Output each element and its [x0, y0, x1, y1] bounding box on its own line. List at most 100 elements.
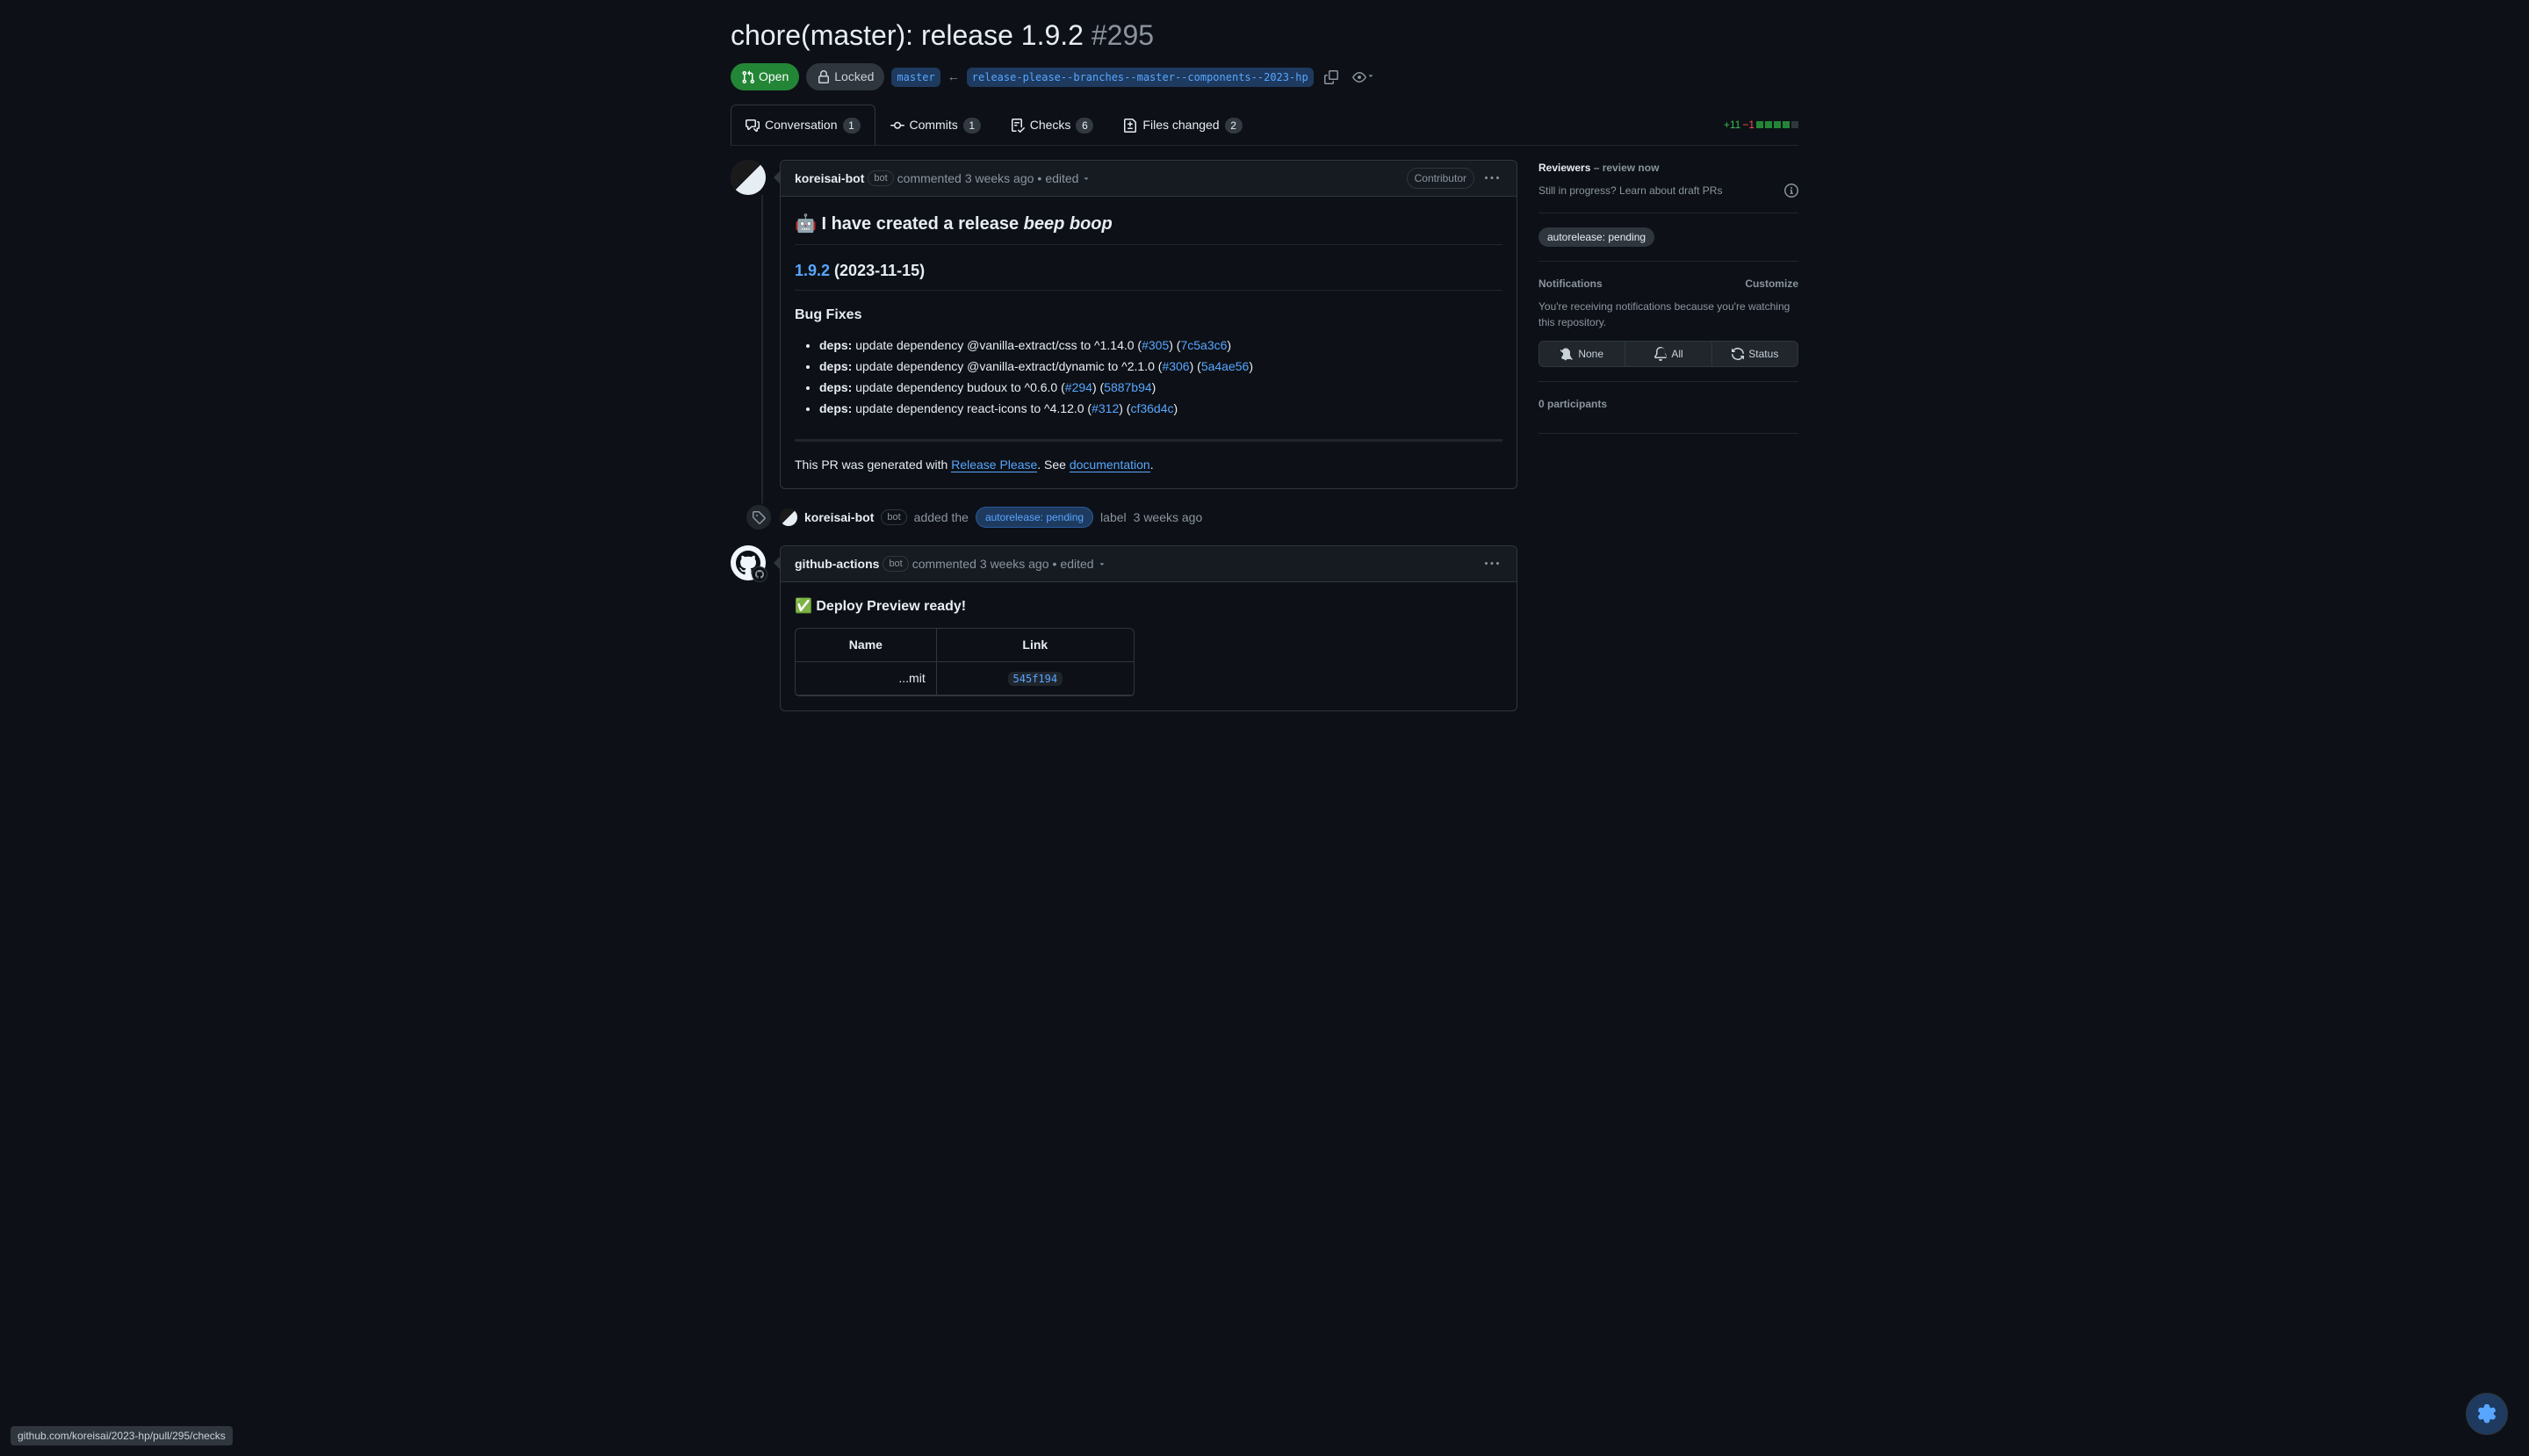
bugfixes-heading: Bug Fixes [795, 305, 1502, 326]
event-time[interactable]: 3 weeks ago [1134, 508, 1203, 527]
tab-conversation[interactable]: Conversation 1 [731, 105, 875, 145]
reviewers-section: Reviewers – review now Still in progress… [1538, 160, 1798, 213]
dot-separator: • [1037, 169, 1041, 188]
list-item: deps: update dependency @vanilla-extract… [819, 357, 1502, 376]
gear-icon [2477, 1404, 2497, 1424]
notif-status-button[interactable]: Status [1711, 342, 1798, 366]
comment-discussion-icon [746, 119, 760, 133]
sha-link[interactable]: 5a4ae56 [1201, 359, 1250, 373]
role-badge: Contributor [1407, 168, 1474, 189]
bot-badge: bot [883, 556, 908, 573]
edited-text: edited [1045, 169, 1078, 188]
kebab-horizontal-icon [1485, 171, 1499, 185]
footer-text: This PR was generated with Release Pleas… [795, 456, 1502, 474]
comment-author[interactable]: github-actions [795, 555, 879, 573]
commented-text: commented [912, 555, 976, 573]
deploy-table: Name Link ...mit 545f194 [795, 628, 1135, 696]
avatar[interactable] [731, 545, 766, 580]
version-link[interactable]: 1.9.2 [795, 262, 830, 279]
reviewers-title: Reviewers [1538, 162, 1590, 174]
tab-checks-count: 6 [1076, 118, 1093, 133]
customize-link[interactable]: Customize [1745, 276, 1798, 292]
version-heading: 1.9.2 (2023-11-15) [795, 259, 1502, 291]
tab-commits[interactable]: Commits 1 [875, 105, 996, 145]
diffstat-del: −1 [1742, 117, 1754, 133]
kebab-horizontal-icon [1485, 557, 1499, 571]
label-pill[interactable]: autorelease: pending [976, 507, 1093, 528]
event-text: added the [914, 508, 969, 527]
notif-none-button[interactable]: None [1539, 342, 1625, 366]
documentation-link[interactable]: documentation [1070, 458, 1150, 472]
tab-files-count: 2 [1225, 118, 1243, 133]
pr-link[interactable]: #312 [1092, 401, 1119, 415]
comment-menu-button[interactable] [1481, 553, 1502, 574]
arrow-left-icon: ← [947, 68, 960, 86]
pr-link[interactable]: #294 [1065, 380, 1092, 394]
event-suffix: label [1100, 508, 1127, 527]
base-branch[interactable]: master [891, 68, 940, 87]
sha-chip[interactable]: 545f194 [1008, 672, 1063, 686]
sha-link[interactable]: 7c5a3c6 [1180, 338, 1227, 352]
file-diff-icon [1123, 119, 1137, 133]
status-bar-url: github.com/koreisai/2023-hp/pull/295/che… [11, 1426, 233, 1445]
github-badge-icon [755, 570, 764, 579]
event-author[interactable]: koreisai-bot [804, 508, 874, 527]
eye-icon [1352, 70, 1366, 84]
label-tag[interactable]: autorelease: pending [1538, 227, 1654, 247]
comment-author[interactable]: koreisai-bot [795, 169, 864, 188]
comment-2: github-actions bot commented 3 weeks ago… [731, 545, 1517, 711]
list-item: deps: update dependency budoux to ^0.6.0… [819, 378, 1502, 397]
sha-link[interactable]: 5887b94 [1104, 380, 1152, 394]
state-locked-text: Locked [834, 68, 874, 86]
comment-time[interactable]: 3 weeks ago [980, 555, 1049, 573]
td-label: ...mit [796, 662, 936, 696]
comment-time[interactable]: 3 weeks ago [965, 169, 1034, 188]
copy-icon [1324, 70, 1338, 84]
git-pull-request-icon [741, 70, 755, 84]
bugfixes-list: deps: update dependency @vanilla-extract… [795, 336, 1502, 418]
notifications-title: Notifications [1538, 276, 1603, 292]
mini-avatar[interactable] [780, 508, 797, 526]
tab-files-label: Files changed [1142, 116, 1219, 134]
lock-icon [817, 70, 831, 84]
pr-link[interactable]: #306 [1162, 359, 1189, 373]
tab-commits-label: Commits [910, 116, 958, 134]
tab-conversation-label: Conversation [765, 116, 838, 134]
comment-1: koreisai-bot bot commented 3 weeks ago •… [731, 160, 1517, 489]
head-branch[interactable]: release-please--branches--master--compon… [967, 68, 1314, 87]
reviewers-text: – review now [1590, 162, 1659, 174]
commented-text: commented [897, 169, 962, 188]
checklist-icon [1011, 119, 1025, 133]
bell-icon [1654, 347, 1668, 361]
triangle-down-icon [1366, 70, 1375, 81]
deploy-heading: ✅ Deploy Preview ready! [795, 596, 1502, 617]
bell-slash-icon [1560, 347, 1574, 361]
th-name: Name [796, 629, 936, 662]
tab-files[interactable]: Files changed 2 [1108, 105, 1257, 145]
comment-menu-button[interactable] [1481, 168, 1502, 189]
pr-link[interactable]: #305 [1142, 338, 1169, 352]
bot-badge: bot [881, 509, 906, 526]
draft-pr-link[interactable]: Learn about draft PRs [1619, 184, 1722, 197]
label-event: koreisai-bot bot added the autorelease: … [745, 503, 1517, 531]
th-link: Link [936, 629, 1134, 662]
triangle-down-icon[interactable] [1098, 559, 1106, 569]
avatar[interactable] [731, 160, 766, 195]
tag-icon [752, 510, 766, 524]
pr-title-text: chore(master): release 1.9.2 [731, 19, 1084, 51]
sha-link[interactable]: cf36d4c [1130, 401, 1173, 415]
watch-dropdown-button[interactable] [1349, 67, 1379, 88]
copy-branch-button[interactable] [1321, 67, 1342, 88]
tab-checks-label: Checks [1030, 116, 1071, 134]
release-heading: 🤖 I have created a release beep boop [795, 211, 1502, 245]
release-please-link[interactable]: Release Please [951, 458, 1037, 472]
tab-checks[interactable]: Checks 6 [996, 105, 1109, 145]
participants-section: 0 participants [1538, 382, 1798, 434]
sync-icon [1731, 347, 1745, 361]
diffstat-add: +11 [1724, 117, 1740, 133]
tab-conversation-count: 1 [843, 118, 861, 133]
info-icon[interactable] [1784, 184, 1798, 198]
settings-fab[interactable] [2466, 1393, 2508, 1435]
triangle-down-icon[interactable] [1082, 173, 1091, 184]
notif-all-button[interactable]: All [1625, 342, 1711, 366]
